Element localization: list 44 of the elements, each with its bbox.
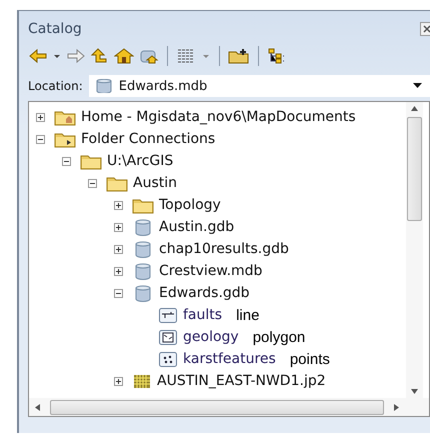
folder-icon bbox=[106, 174, 128, 192]
horizontal-scrollbar[interactable] bbox=[29, 398, 429, 416]
points-icon bbox=[158, 350, 178, 368]
polygon-icon bbox=[158, 328, 178, 346]
tree-item[interactable]: Austin.gdb bbox=[159, 219, 234, 235]
annotation-text: polygon bbox=[252, 328, 306, 346]
tree-item[interactable]: AUSTIN_EAST-NWD1.jp2 bbox=[157, 373, 326, 389]
scroll-right-icon[interactable] bbox=[394, 404, 399, 410]
tree-item[interactable]: Topology bbox=[159, 197, 221, 213]
folder-icon bbox=[54, 130, 76, 148]
scroll-left-icon[interactable] bbox=[35, 404, 40, 410]
database-home-icon[interactable] bbox=[139, 48, 159, 64]
database-icon bbox=[94, 79, 113, 93]
tree-item[interactable]: Austin bbox=[133, 175, 177, 191]
scroll-down-icon[interactable] bbox=[411, 389, 418, 394]
tree-item[interactable]: karstfeatures bbox=[183, 351, 276, 367]
add-folder-icon[interactable] bbox=[228, 48, 250, 64]
up-arrow-icon[interactable] bbox=[91, 48, 109, 64]
window-title: Catalog bbox=[28, 21, 83, 37]
tree-item[interactable]: Home - Mgisdata_nov6\MapDocuments bbox=[81, 109, 356, 125]
vertical-scrollbar[interactable] bbox=[406, 102, 423, 398]
location-dropdown[interactable]: Edwards.mdb bbox=[88, 75, 430, 97]
tree-item[interactable]: Folder Connections bbox=[81, 131, 216, 147]
raster-grid-icon bbox=[132, 372, 152, 390]
tree-item[interactable]: Crestview.mdb bbox=[159, 263, 262, 279]
tree-item[interactable]: chap10results.gdb bbox=[159, 241, 289, 257]
close-icon[interactable] bbox=[420, 22, 430, 36]
folder-icon bbox=[54, 108, 76, 126]
caret-icon bbox=[413, 83, 422, 89]
tree-view-icon[interactable] bbox=[267, 48, 287, 64]
tree-item[interactable]: faults bbox=[183, 307, 222, 323]
tree-item[interactable]: Edwards.gdb bbox=[159, 285, 250, 301]
back-arrow-icon[interactable] bbox=[28, 48, 48, 64]
tree-item[interactable]: geology bbox=[183, 329, 239, 345]
annotation-text: points bbox=[290, 350, 330, 368]
folder-icon bbox=[132, 196, 154, 214]
tree-item[interactable]: U:\ArcGIS bbox=[107, 153, 174, 169]
folder-icon bbox=[80, 152, 102, 170]
home-icon[interactable] bbox=[114, 48, 134, 64]
annotation-text: line bbox=[236, 306, 260, 324]
table-view-icon[interactable] bbox=[176, 48, 196, 64]
location-label: Location: bbox=[28, 79, 83, 93]
forward-arrow-icon[interactable] bbox=[66, 48, 86, 64]
scroll-up-icon[interactable] bbox=[411, 106, 418, 111]
